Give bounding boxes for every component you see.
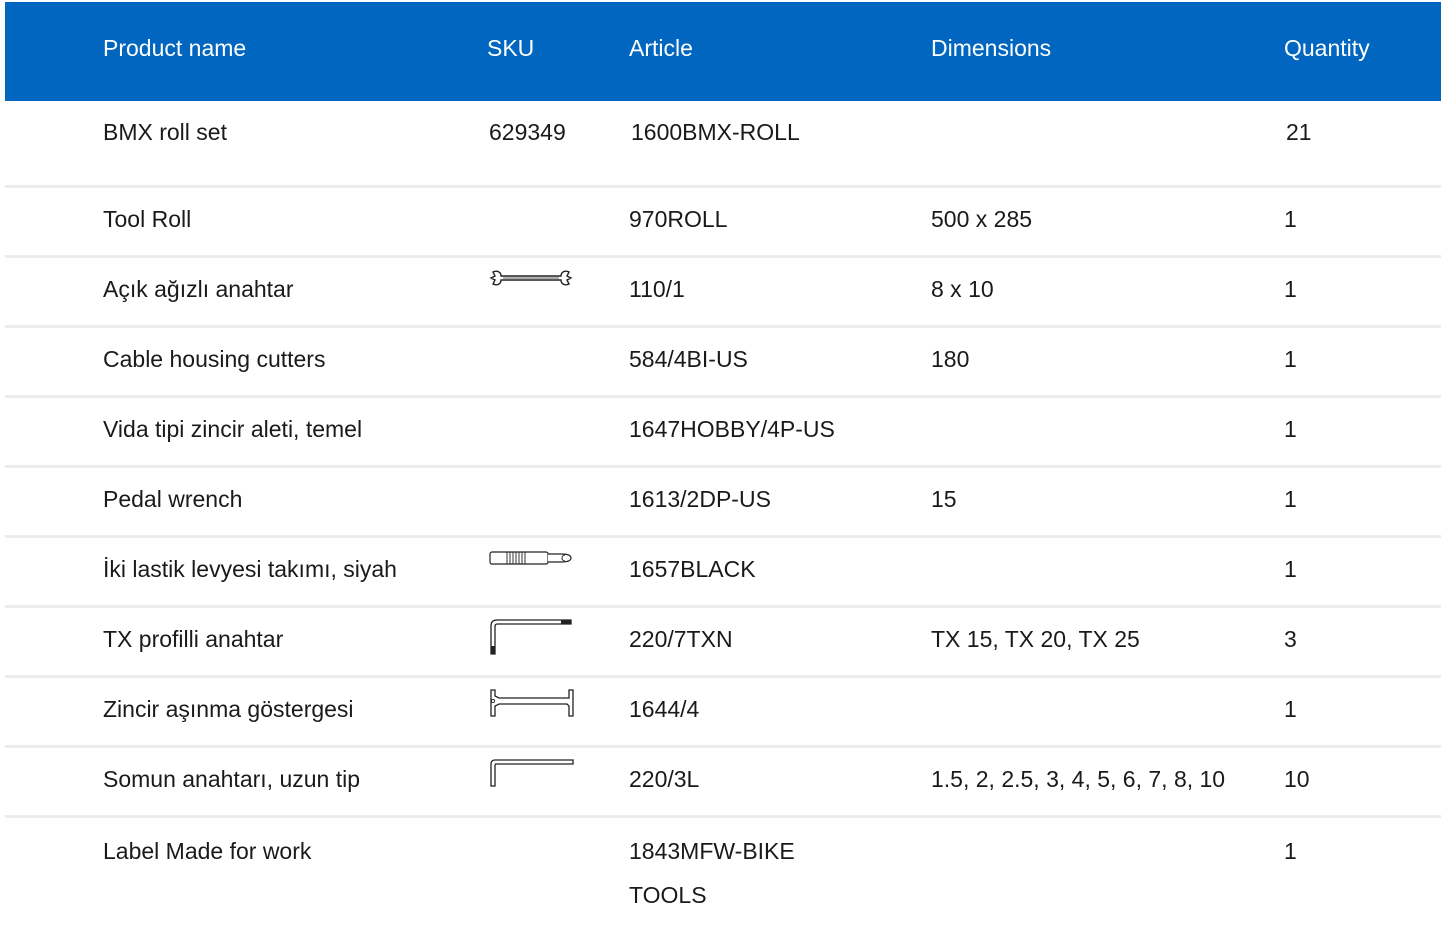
tire-lever-icon bbox=[489, 551, 572, 565]
cell-dimensions: 500 x 285 bbox=[931, 206, 1033, 232]
table-header: Product name SKU Article Dimensions Quan… bbox=[5, 2, 1441, 101]
cell-quantity: 21 bbox=[1286, 119, 1312, 145]
hex-key-icon bbox=[490, 759, 574, 787]
cell-sku bbox=[487, 398, 629, 409]
cell-article: 220/7TXN bbox=[629, 626, 733, 652]
cell-sku bbox=[487, 608, 629, 655]
cell-sku bbox=[487, 748, 629, 787]
table-row: TX profilli anahtar 220/7TXN TX 15, TX 2… bbox=[5, 608, 1441, 678]
cell-sku bbox=[487, 188, 629, 199]
cell-dimensions bbox=[933, 101, 1286, 110]
cell-quantity: 10 bbox=[1284, 766, 1310, 792]
table-row: Label Made for work 1843MFW-BIKE TOOLS 1 bbox=[5, 818, 1441, 918]
cell-sku: 629349 bbox=[489, 119, 566, 145]
header-quantity[interactable]: Quantity bbox=[1284, 2, 1434, 62]
cell-product-name: Zincir aşınma göstergesi bbox=[103, 696, 354, 722]
cell-quantity: 1 bbox=[1284, 276, 1297, 302]
cell-dimensions: 8 x 10 bbox=[931, 276, 994, 302]
cell-article: 1613/2DP-US bbox=[629, 486, 771, 512]
header-sku[interactable]: SKU bbox=[487, 2, 629, 62]
cell-quantity: 1 bbox=[1284, 416, 1297, 442]
table-row: Somun anahtarı, uzun tip 220/3L 1.5, 2, … bbox=[5, 748, 1441, 818]
cell-product-name: Label Made for work bbox=[103, 838, 312, 864]
cell-sku bbox=[487, 818, 629, 829]
cell-article: 220/3L bbox=[629, 766, 700, 792]
cell-quantity: 1 bbox=[1284, 486, 1297, 512]
cell-quantity: 3 bbox=[1284, 626, 1297, 652]
cell-product-name: BMX roll set bbox=[103, 119, 227, 145]
cell-article: 1600BMX-ROLL bbox=[631, 119, 800, 145]
table-row: BMX roll set 629349 1600BMX-ROLL 21 bbox=[5, 101, 1441, 188]
cell-quantity: 1 bbox=[1284, 346, 1297, 372]
cell-sku bbox=[487, 468, 629, 479]
cell-product-name: TX profilli anahtar bbox=[103, 626, 284, 652]
cell-article: 1647HOBBY/4P-US bbox=[629, 416, 835, 442]
cell-product-name: Cable housing cutters bbox=[103, 346, 326, 372]
torx-key-icon bbox=[490, 619, 572, 655]
chain-wear-gauge-icon bbox=[490, 689, 574, 717]
header-product-name[interactable]: Product name bbox=[5, 2, 487, 62]
cell-sku bbox=[487, 328, 629, 339]
cell-product-name: Tool Roll bbox=[103, 206, 192, 232]
open-end-wrench-icon bbox=[489, 270, 573, 286]
table-row: Vida tipi zincir aleti, temel 1647HOBBY/… bbox=[5, 398, 1441, 468]
product-table: Product name SKU Article Dimensions Quan… bbox=[5, 2, 1441, 918]
cell-article: 1657BLACK bbox=[629, 556, 756, 582]
cell-sku bbox=[487, 258, 629, 286]
cell-article: 584/4BI-US bbox=[629, 346, 748, 372]
cell-dimensions bbox=[931, 538, 1284, 549]
cell-product-name: Vida tipi zincir aleti, temel bbox=[103, 416, 363, 442]
cell-quantity: 1 bbox=[1284, 556, 1297, 582]
cell-quantity: 1 bbox=[1284, 696, 1297, 722]
cell-dimensions: 1.5, 2, 2.5, 3, 4, 5, 6, 7, 8, 10 bbox=[931, 766, 1226, 792]
header-dimensions[interactable]: Dimensions bbox=[931, 2, 1284, 62]
cell-product-name: Pedal wrench bbox=[103, 486, 243, 512]
table-row: Cable housing cutters 584/4BI-US 180 1 bbox=[5, 328, 1441, 398]
cell-dimensions bbox=[931, 818, 1284, 829]
table-row: Açık ağızlı anahtar 110/1 8 x 10 1 bbox=[5, 258, 1441, 328]
cell-dimensions: TX 15, TX 20, TX 25 bbox=[931, 626, 1140, 652]
cell-quantity: 1 bbox=[1284, 206, 1297, 232]
cell-quantity: 1 bbox=[1284, 838, 1297, 864]
table-row: Tool Roll 970ROLL 500 x 285 1 bbox=[5, 188, 1441, 258]
cell-article: 1644/4 bbox=[629, 696, 700, 722]
cell-product-name: İki lastik levyesi takımı, siyah bbox=[103, 556, 397, 582]
header-article[interactable]: Article bbox=[629, 2, 931, 62]
table-row: İki lastik levyesi takımı, siyah 1657BLA… bbox=[5, 538, 1441, 608]
cell-dimensions: 180 bbox=[931, 346, 970, 372]
cell-dimensions bbox=[931, 678, 1284, 689]
cell-article: 1843MFW-BIKE TOOLS bbox=[629, 838, 795, 908]
cell-sku bbox=[487, 678, 629, 717]
cell-dimensions: 15 bbox=[931, 486, 957, 512]
cell-article: 970ROLL bbox=[629, 206, 728, 232]
cell-article: 110/1 bbox=[629, 276, 685, 302]
cell-dimensions bbox=[931, 398, 1284, 409]
cell-product-name: Açık ağızlı anahtar bbox=[103, 276, 294, 302]
table-row: Pedal wrench 1613/2DP-US 15 1 bbox=[5, 468, 1441, 538]
cell-product-name: Somun anahtarı, uzun tip bbox=[103, 766, 360, 792]
cell-sku bbox=[487, 538, 629, 565]
table-row: Zincir aşınma göstergesi 1644/4 1 bbox=[5, 678, 1441, 748]
